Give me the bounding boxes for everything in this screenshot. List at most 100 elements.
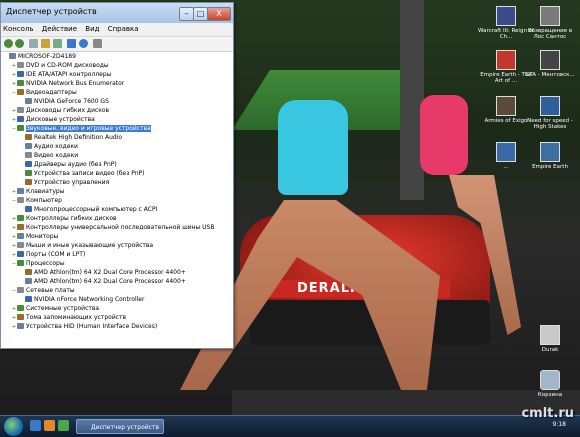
tree-category[interactable]: + IDE ATA/ATAPI контроллеры xyxy=(1,70,233,79)
tree-label: Контроллеры универсальной последовательн… xyxy=(26,224,215,231)
tree-label: Процессоры xyxy=(26,260,65,267)
browser-icon[interactable] xyxy=(44,420,55,431)
menu-bar: Консоль Действие Вид Справка xyxy=(1,23,233,37)
help-icon[interactable] xyxy=(79,39,88,48)
tree-label: Драйверы аудио (без PnP) xyxy=(34,161,117,168)
tree-device[interactable]: Устройства записи видео (без PnP) xyxy=(1,169,233,178)
tree-label: DVD и CD-ROM дисководы xyxy=(26,62,109,69)
taskbar: Диспетчер устройств 9:18 xyxy=(0,415,580,437)
tree-category[interactable]: − Компьютер xyxy=(1,196,233,205)
desktop-icon-recycle-bin[interactable]: Корзина xyxy=(522,370,578,398)
desktop-icon-gta-san-andreas[interactable]: Возвращение в Лос Сантос xyxy=(522,6,578,40)
desktop-icon-durak[interactable]: Durak xyxy=(522,325,578,353)
tree-category[interactable]: + DVD и CD-ROM дисководы xyxy=(1,61,233,70)
tree-category[interactable]: + Тома запоминающих устройств xyxy=(1,313,233,322)
model-left-top xyxy=(278,100,348,195)
forward-icon[interactable] xyxy=(15,39,24,48)
device-icon xyxy=(17,89,24,95)
tree-category[interactable]: + Дисковые устройства xyxy=(1,115,233,124)
tree-category[interactable]: − Видеоадаптеры xyxy=(1,88,233,97)
tree-category[interactable]: − Звуковые, видео и игровые устройства xyxy=(1,124,233,133)
tree-device[interactable]: Аудио кодеки xyxy=(1,142,233,151)
tree-label: NVIDIA GeForce 7600 GS xyxy=(34,98,109,105)
tree-category[interactable]: + NVIDIA Network Bus Enumerator xyxy=(1,79,233,88)
desktop-icon-nfs-high-stakes[interactable]: Need for speed - High Stakes xyxy=(522,96,578,130)
device-icon xyxy=(25,269,32,275)
tree-label: Клавиатуры xyxy=(26,188,65,195)
show-desktop-icon[interactable] xyxy=(30,420,41,431)
tree-device[interactable]: Видео кодеки xyxy=(1,151,233,160)
tree-category[interactable]: − Сетевые платы xyxy=(1,286,233,295)
start-button[interactable] xyxy=(4,417,23,436)
media-player-icon[interactable] xyxy=(58,420,69,431)
tree-category[interactable]: + Мониторы xyxy=(1,232,233,241)
empire-earth-icon xyxy=(496,50,516,70)
device-icon xyxy=(17,107,24,113)
close-button[interactable]: X xyxy=(207,7,231,21)
tree-device[interactable]: AMD Athlon(tm) 64 X2 Dual Core Processor… xyxy=(1,277,233,286)
clock[interactable]: 9:18 xyxy=(553,421,566,428)
tree-label: Мыши и иные указывающие устройства xyxy=(26,242,154,249)
print-icon[interactable] xyxy=(67,39,76,48)
tree-category[interactable]: + Дисководы гибких дисков xyxy=(1,106,233,115)
title-bar[interactable]: Диспетчер устройств – □ X xyxy=(1,3,233,23)
tree-device[interactable]: Realtek High Definition Audio xyxy=(1,133,233,142)
tree-device[interactable]: NVIDIA nForce Networking Controller xyxy=(1,295,233,304)
properties-icon[interactable] xyxy=(41,39,50,48)
device-icon xyxy=(17,71,24,77)
empire-earth-icon xyxy=(540,142,560,162)
tree-device[interactable]: Устройство управления xyxy=(1,178,233,187)
tree-label: NVIDIA Network Bus Enumerator xyxy=(26,80,125,87)
tree-category[interactable]: − Процессоры xyxy=(1,259,233,268)
device-icon xyxy=(25,179,32,185)
app-icon xyxy=(496,142,516,162)
device-icon xyxy=(17,80,24,86)
tree-label: Сетевые платы xyxy=(26,287,75,294)
back-icon[interactable] xyxy=(4,39,13,48)
scan-hardware-icon[interactable] xyxy=(93,39,102,48)
tree-label: Компьютер xyxy=(26,197,62,204)
tree-label: Устройство управления xyxy=(34,179,110,186)
tree-device[interactable]: AMD Athlon(tm) 64 X2 Dual Core Processor… xyxy=(1,268,233,277)
device-icon xyxy=(25,170,32,176)
tree-device[interactable]: NVIDIA GeForce 7600 GS xyxy=(1,97,233,106)
device-icon xyxy=(25,161,32,167)
tree-category[interactable]: + Системные устройства xyxy=(1,304,233,313)
tree-category[interactable]: + Контроллеры гибких дисков xyxy=(1,214,233,223)
tree-category[interactable]: + Мыши и иные указывающие устройства xyxy=(1,241,233,250)
tree-label: Порты (COM и LPT) xyxy=(26,251,86,258)
minimize-button[interactable]: – xyxy=(179,7,194,21)
device-icon xyxy=(17,323,24,329)
tree-label: AMD Athlon(tm) 64 X2 Dual Core Processor… xyxy=(34,269,186,276)
tree-label: Контроллеры гибких дисков xyxy=(26,215,117,222)
device-icon xyxy=(17,62,24,68)
menu-action[interactable]: Действие xyxy=(42,25,77,33)
tree-category[interactable]: + Клавиатуры xyxy=(1,187,233,196)
tree-device[interactable]: Драйверы аудио (без PnP) xyxy=(1,160,233,169)
tree-root[interactable]: MICROSOF-2D4189 xyxy=(1,52,233,61)
desktop-icon-gta-mentovsk[interactable]: GTA - Ментовск... xyxy=(522,50,578,78)
menu-view[interactable]: Вид xyxy=(85,25,99,33)
menu-help[interactable]: Справка xyxy=(108,25,139,33)
tree-category[interactable]: + Устройства HID (Human Interface Devices… xyxy=(1,322,233,331)
refresh-icon[interactable] xyxy=(53,39,62,48)
menu-console[interactable]: Консоль xyxy=(3,25,34,33)
tree-device[interactable]: Многопроцессорный компьютер с ACPI xyxy=(1,205,233,214)
taskbar-item-device-manager[interactable]: Диспетчер устройств xyxy=(76,419,164,434)
armies-icon xyxy=(496,96,516,116)
show-hide-tree-icon[interactable] xyxy=(29,39,38,48)
device-icon xyxy=(9,53,16,59)
device-icon xyxy=(17,242,24,248)
device-icon xyxy=(17,224,24,230)
gta-icon xyxy=(540,50,560,70)
desktop-icon-empire-earth[interactable]: Empire Earth xyxy=(522,142,578,170)
device-manager-window[interactable]: Диспетчер устройств – □ X Консоль Действ… xyxy=(0,2,234,349)
device-icon xyxy=(17,260,24,266)
device-tree: MICROSOF-2D4189 + DVD и CD-ROM дисководы + I… xyxy=(1,52,233,348)
tree-category[interactable]: + Порты (COM и LPT) xyxy=(1,250,233,259)
tree-category[interactable]: + Контроллеры универсальной последователь… xyxy=(1,223,233,232)
tree-label: Аудио кодеки xyxy=(34,143,78,150)
recycle-bin-icon xyxy=(540,370,560,390)
maximize-button[interactable]: □ xyxy=(193,7,208,21)
device-icon xyxy=(17,314,24,320)
